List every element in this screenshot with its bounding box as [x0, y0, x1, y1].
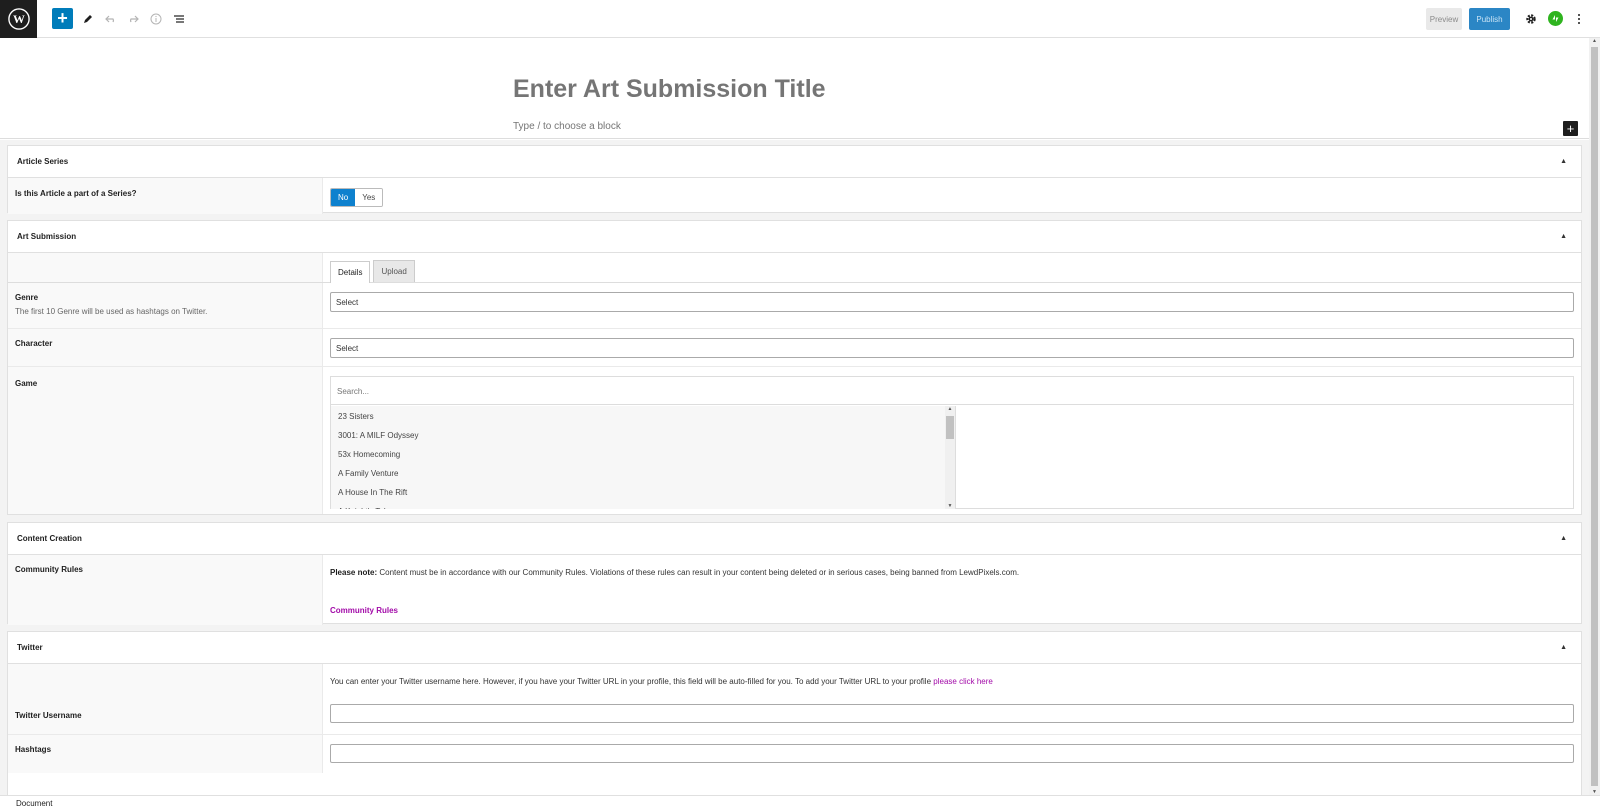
- collapse-arrow-icon[interactable]: ▲: [1560, 535, 1567, 542]
- tab-details[interactable]: Details: [330, 261, 371, 283]
- collapse-arrow-icon[interactable]: ▲: [1560, 158, 1567, 165]
- hashtags-row: Hashtags: [8, 735, 1581, 773]
- art-submission-box: Art Submission ▲ Details Upload Genre Th…: [7, 220, 1582, 515]
- hashtags-label: Hashtags: [8, 735, 323, 773]
- series-no-option[interactable]: No: [331, 189, 356, 206]
- content-creation-box: Content Creation ▲ Community Rules Pleas…: [7, 522, 1582, 625]
- more-options-icon[interactable]: [1568, 8, 1590, 30]
- footer-breadcrumb[interactable]: Document: [0, 795, 1600, 811]
- publish-button[interactable]: Publish: [1469, 8, 1510, 30]
- twitter-username-row: Twitter Username You can enter your Twit…: [8, 664, 1581, 735]
- tab-upload[interactable]: Upload: [373, 260, 415, 282]
- twitter-profile-link[interactable]: please click here: [933, 677, 993, 686]
- collapse-arrow-icon[interactable]: ▲: [1560, 644, 1567, 651]
- preview-button[interactable]: Preview: [1426, 8, 1462, 30]
- game-list-item[interactable]: 53x Homecoming: [331, 444, 955, 463]
- twitter-info-text: You can enter your Twitter username here…: [330, 677, 934, 686]
- game-list-item[interactable]: 23 Sisters: [331, 406, 955, 425]
- scroll-thumb[interactable]: [946, 416, 954, 439]
- art-submission-title: Art Submission: [17, 232, 77, 241]
- genre-label: Genre: [15, 293, 39, 302]
- note-bold: Please note:: [330, 568, 378, 577]
- content-creation-header[interactable]: Content Creation ▲: [8, 523, 1581, 555]
- twitter-username-input[interactable]: [330, 704, 1574, 723]
- page-scroll-thumb[interactable]: [1591, 47, 1598, 786]
- editor-canvas: Enter Art Submission Title Type / to cho…: [0, 38, 1589, 139]
- twitter-username-label: Twitter Username: [8, 664, 323, 734]
- game-label: Game: [8, 367, 323, 514]
- editor-toolbar: W + Preview Publish: [0, 0, 1600, 38]
- collapse-arrow-icon[interactable]: ▲: [1560, 233, 1567, 240]
- redo-icon[interactable]: [122, 8, 144, 30]
- list-view-icon[interactable]: [168, 8, 190, 30]
- character-select[interactable]: Select: [330, 338, 1574, 358]
- twitter-box: Twitter ▲ Twitter Username You can enter…: [7, 631, 1582, 801]
- page-scroll-up-icon[interactable]: ▲: [1589, 38, 1600, 44]
- genre-description: The first 10 Genre will be used as hasht…: [15, 307, 208, 316]
- game-field-row: Game Search... 23 Sisters 3001: A MILF O…: [8, 367, 1581, 514]
- twitter-info: You can enter your Twitter username here…: [330, 676, 1574, 688]
- genre-select[interactable]: Select: [330, 292, 1574, 312]
- game-picker: Search... 23 Sisters 3001: A MILF Odysse…: [330, 376, 1574, 509]
- twitter-header[interactable]: Twitter ▲: [8, 632, 1581, 664]
- undo-icon[interactable]: [100, 8, 122, 30]
- genre-field-row: Genre The first 10 Genre will be used as…: [8, 283, 1581, 329]
- series-yes-option[interactable]: Yes: [355, 189, 383, 206]
- article-series-box: Article Series ▲ Is this Article a part …: [7, 145, 1582, 214]
- game-list-item[interactable]: 3001: A MILF Odyssey: [331, 425, 955, 444]
- scroll-down-arrow-icon[interactable]: ▼: [945, 503, 955, 509]
- series-field-row: Is this Article a part of a Series? No Y…: [8, 178, 1581, 214]
- inline-add-block-button[interactable]: +: [1563, 121, 1578, 136]
- svg-text:W: W: [13, 12, 25, 26]
- scroll-up-arrow-icon[interactable]: ▲: [945, 406, 955, 412]
- settings-gear-icon[interactable]: [1520, 8, 1542, 30]
- hashtags-input[interactable]: [330, 744, 1574, 763]
- note-text: Content must be in accordance with our C…: [377, 568, 1020, 577]
- wordpress-logo-icon[interactable]: W: [0, 0, 37, 38]
- block-appender[interactable]: Type / to choose a block: [513, 121, 621, 132]
- series-toggle[interactable]: No Yes: [330, 188, 384, 207]
- character-field-row: Character Select: [8, 329, 1581, 367]
- article-series-header[interactable]: Article Series ▲: [8, 146, 1581, 178]
- community-rules-row: Community Rules Please note: Content mus…: [8, 555, 1581, 625]
- community-note: Please note: Content must be in accordan…: [330, 567, 1574, 579]
- game-list[interactable]: 23 Sisters 3001: A MILF Odyssey 53x Home…: [331, 406, 956, 509]
- game-list-item[interactable]: A Family Venture: [331, 463, 955, 482]
- page-scrollbar[interactable]: ▲ ▼: [1589, 38, 1600, 795]
- add-block-button[interactable]: +: [52, 8, 73, 29]
- character-label: Character: [8, 329, 323, 366]
- art-submission-header[interactable]: Art Submission ▲: [8, 221, 1581, 253]
- article-series-title: Article Series: [17, 157, 69, 166]
- series-question-label: Is this Article a part of a Series?: [8, 178, 323, 214]
- content-creation-title: Content Creation: [17, 534, 82, 543]
- tools-pencil-icon[interactable]: [77, 8, 99, 30]
- game-search-input[interactable]: Search...: [331, 377, 1573, 405]
- info-icon[interactable]: [145, 8, 167, 30]
- post-title-input[interactable]: Enter Art Submission Title: [513, 75, 826, 104]
- game-list-item[interactable]: A Knight's Tale: [331, 501, 955, 509]
- twitter-title: Twitter: [17, 643, 43, 652]
- community-rules-label: Community Rules: [8, 555, 323, 625]
- game-list-item[interactable]: A House In The Rift: [331, 482, 955, 501]
- game-list-scrollbar[interactable]: ▲ ▼: [945, 406, 955, 509]
- community-rules-link[interactable]: Community Rules: [330, 606, 398, 615]
- metabox-area: Article Series ▲ Is this Article a part …: [0, 140, 1589, 801]
- jetpack-icon[interactable]: [1548, 11, 1563, 26]
